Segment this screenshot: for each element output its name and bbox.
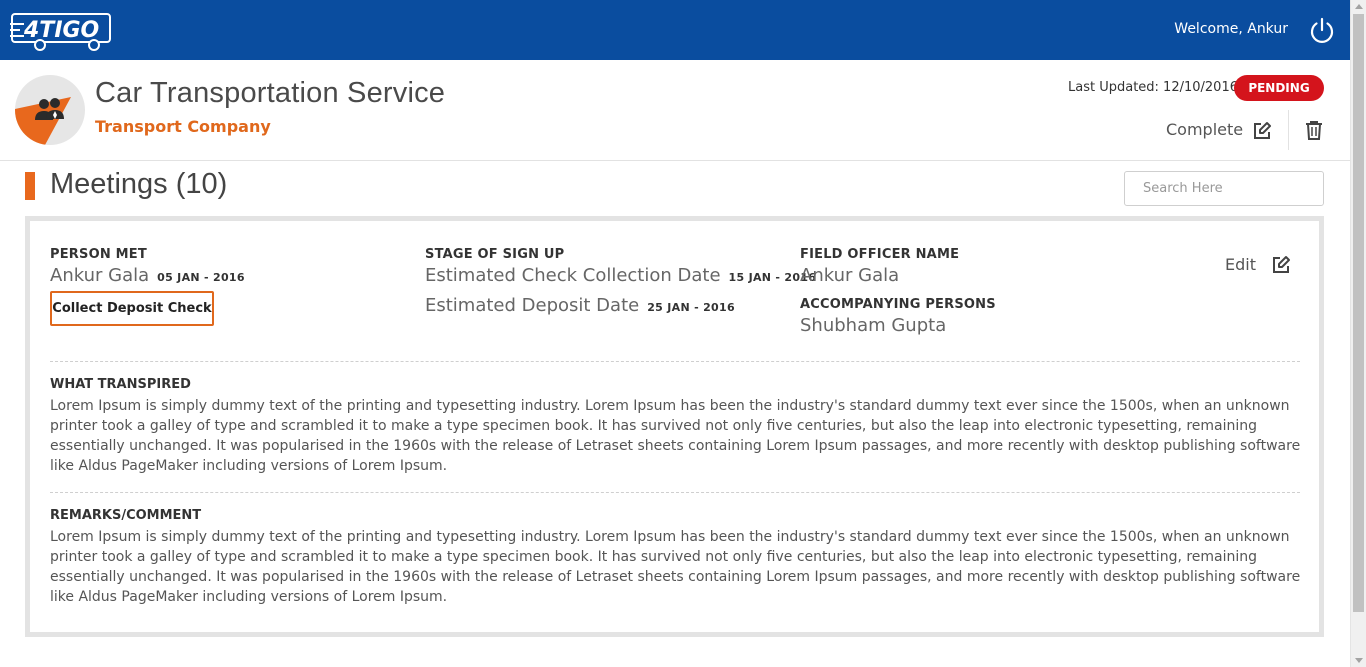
- company-logo[interactable]: 4TIGO: [10, 10, 114, 52]
- complete-button[interactable]: Complete: [1166, 120, 1243, 139]
- company-type: Transport Company: [95, 117, 271, 136]
- collect-deposit-check-button[interactable]: Collect Deposit Check: [50, 291, 214, 326]
- header-divider: [1288, 110, 1289, 150]
- edit-icon[interactable]: [1252, 121, 1272, 141]
- check-collection-row: Estimated Check Collection Date 15 JAN - …: [425, 265, 816, 286]
- stage-label: STAGE OF SIGN UP: [425, 247, 565, 262]
- welcome-message: Welcome, Ankur: [1174, 21, 1288, 37]
- company-header: Car Transportation Service Transport Com…: [0, 60, 1350, 161]
- company-avatar: [15, 75, 85, 145]
- what-transpired-label: WHAT TRANSPIRED: [50, 377, 191, 392]
- field-officer-label: FIELD OFFICER NAME: [800, 247, 960, 262]
- scroll-down-arrow[interactable]: [1355, 658, 1363, 663]
- accompanying-label: ACCOMPANYING PERSONS: [800, 297, 996, 312]
- remarks-text: Lorem Ipsum is simply dummy text of the …: [50, 529, 1301, 605]
- person-met-name: Ankur Gala: [50, 265, 150, 286]
- status-badge: PENDING: [1234, 75, 1324, 101]
- edit-meeting-button[interactable]: Edit: [1225, 255, 1256, 274]
- scroll-up-arrow[interactable]: [1355, 4, 1363, 9]
- trash-icon[interactable]: [1305, 120, 1323, 140]
- deposit-date: 25 JAN - 2016: [647, 301, 735, 314]
- page-scrollbar[interactable]: [1350, 0, 1366, 667]
- scroll-thumb[interactable]: [1353, 14, 1364, 612]
- field-officer-name: Ankur Gala: [800, 265, 900, 286]
- search-input[interactable]: [1124, 171, 1324, 206]
- person-met-label: PERSON MET: [50, 247, 147, 262]
- edit-icon[interactable]: [1271, 255, 1291, 275]
- accompanying-name: Shubham Gupta: [800, 315, 947, 336]
- company-name: Car Transportation Service: [95, 77, 446, 109]
- remarks-label: REMARKS/COMMENT: [50, 508, 202, 523]
- section-accent-bar: [25, 172, 35, 200]
- deposit-row: Estimated Deposit Date 25 JAN - 2016: [425, 295, 735, 316]
- section-divider: [50, 492, 1300, 493]
- meetings-title: Meetings (10): [50, 168, 228, 200]
- top-navigation-bar: 4TIGO Welcome, Ankur: [0, 0, 1350, 60]
- meeting-card: PERSON MET Ankur Gala 05 JAN - 2016 Colle…: [25, 216, 1324, 637]
- logo-text: 4TIGO: [23, 18, 99, 43]
- power-icon[interactable]: [1308, 16, 1336, 44]
- person-met-date: 05 JAN - 2016: [157, 271, 245, 284]
- deposit-label: Estimated Deposit Date: [425, 295, 640, 316]
- section-divider: [50, 361, 1300, 362]
- check-collection-label: Estimated Check Collection Date: [425, 265, 721, 286]
- users-icon: [15, 97, 71, 145]
- what-transpired-text: Lorem Ipsum is simply dummy text of the …: [50, 398, 1301, 474]
- last-updated-text: Last Updated: 12/10/2016: [1068, 80, 1238, 95]
- person-met-row: Ankur Gala 05 JAN - 2016: [50, 265, 245, 286]
